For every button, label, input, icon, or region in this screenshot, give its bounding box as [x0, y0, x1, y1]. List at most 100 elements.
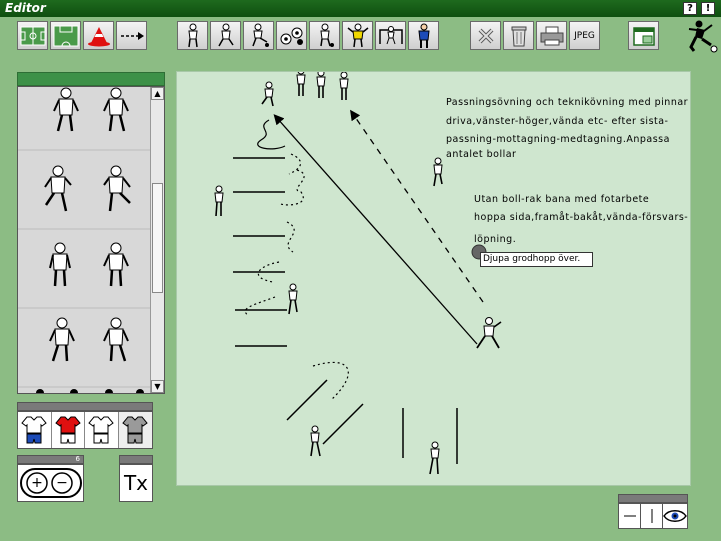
coach-icon	[417, 23, 430, 48]
field-full-button[interactable]	[17, 21, 48, 50]
note2-line[interactable]: löpning.	[474, 234, 516, 245]
zoom-in-button[interactable]: +	[27, 473, 47, 493]
field-player[interactable]	[288, 283, 298, 315]
library-figures	[18, 87, 151, 393]
player-dribbling-icon	[319, 23, 334, 47]
eye-icon	[663, 510, 687, 522]
jersey-picker	[17, 411, 153, 449]
print-icon	[540, 26, 563, 45]
toolbar: JPEG	[0, 17, 721, 55]
view-controls	[618, 503, 688, 529]
library-player-4[interactable]	[103, 165, 131, 212]
zoom-level: 6	[75, 455, 80, 463]
note-line[interactable]: passning-mottagning-medtagning.Anpassa	[446, 134, 670, 145]
jersey-white-white[interactable]	[85, 412, 119, 448]
library-player-3[interactable]	[44, 165, 72, 212]
text-tool-header	[119, 455, 153, 464]
drawing-field[interactable]: Passningsövning och teknikövning med pin…	[176, 71, 691, 486]
library-player-1[interactable]	[53, 87, 79, 132]
jersey-red-white-icon	[55, 416, 81, 444]
note-line[interactable]: driva,vänster-höger,vända etc- efter sis…	[446, 116, 669, 127]
balls-icon	[280, 27, 303, 45]
field-half-button[interactable]	[50, 21, 81, 50]
jersey-header	[17, 402, 153, 411]
dribble-path[interactable]	[257, 119, 286, 150]
library-header	[17, 72, 165, 86]
line-thin-button[interactable]	[619, 504, 641, 528]
tooltip: Djupa grodhopp över.	[480, 252, 593, 267]
library-scrollbar[interactable]: ▲ ▼	[150, 87, 164, 393]
library-player-2[interactable]	[103, 87, 129, 132]
jpeg-label: JPEG	[574, 30, 595, 41]
goal-icon	[378, 25, 403, 44]
curved-run-path[interactable]	[312, 361, 349, 401]
field-player[interactable]	[433, 157, 443, 187]
jersey-red-white[interactable]	[52, 412, 85, 448]
view-eye-button[interactable]	[663, 504, 687, 528]
trash-button[interactable]	[503, 21, 534, 50]
jersey-grey-grey[interactable]	[118, 412, 152, 448]
player-dribbling-button[interactable]	[309, 21, 340, 50]
kicking-player-logo-icon	[688, 20, 718, 53]
zoom-control: + −	[17, 464, 84, 502]
pole[interactable]	[322, 403, 364, 445]
player-standing-icon	[187, 23, 198, 47]
scroll-thumb[interactable]	[152, 183, 163, 293]
player-kicking-icon	[251, 23, 269, 47]
field-player[interactable]	[316, 72, 326, 98]
delete-button[interactable]	[470, 21, 501, 50]
field-player[interactable]	[296, 72, 306, 96]
goalkeeper-button[interactable]	[342, 21, 373, 50]
player-library: ▲ ▼	[17, 86, 165, 394]
cone-icon	[87, 26, 110, 46]
alert-button[interactable]: !	[701, 2, 715, 15]
goalkeeper-icon	[347, 23, 368, 47]
jersey-white-white-icon	[88, 416, 114, 444]
field-player[interactable]	[214, 185, 224, 217]
library-player-7[interactable]	[49, 317, 75, 362]
balls-button[interactable]	[276, 21, 307, 50]
field-half-icon	[53, 25, 78, 46]
player-standing-button[interactable]	[177, 21, 208, 50]
window-toggle-icon	[632, 26, 655, 46]
player-running-icon	[217, 23, 234, 46]
note2-line[interactable]: Utan boll-rak bana med fotarbete	[474, 194, 649, 205]
logo	[685, 17, 719, 55]
jersey-white-blue-icon	[21, 416, 47, 444]
jersey-grey-grey-icon	[122, 416, 148, 444]
jpeg-export-button[interactable]: JPEG	[569, 21, 600, 50]
note-line[interactable]: Passningsövning och teknikövning med pin…	[446, 97, 688, 108]
scroll-down-button[interactable]: ▼	[151, 380, 164, 393]
view-header	[618, 494, 688, 503]
help-button[interactable]: ?	[683, 2, 697, 15]
window-title: Editor	[5, 1, 46, 15]
field-full-icon	[20, 26, 45, 45]
field-player[interactable]	[339, 72, 349, 100]
print-button[interactable]	[536, 21, 567, 50]
note-line[interactable]: antalet bollar	[446, 149, 516, 160]
window-toggle-button[interactable]	[628, 21, 659, 50]
delete-icon	[478, 28, 493, 43]
arrow-tool-icon	[120, 31, 144, 40]
player-running-button[interactable]	[210, 21, 241, 50]
zoom-out-button[interactable]: −	[52, 473, 72, 493]
cone-button[interactable]	[83, 21, 114, 50]
field-player[interactable]	[310, 425, 321, 457]
scroll-up-button[interactable]: ▲	[151, 87, 164, 100]
jersey-white-blue[interactable]	[18, 412, 52, 448]
arrow-tool-button[interactable]	[116, 21, 147, 50]
field-player[interactable]	[476, 317, 502, 349]
goal-button[interactable]	[375, 21, 406, 50]
note2-line[interactable]: hoppa sida,framåt-bakåt,vända-försvars-	[474, 212, 688, 223]
library-player-5[interactable]	[49, 242, 71, 287]
line-vertical-button[interactable]	[641, 504, 663, 528]
field-player[interactable]	[429, 441, 440, 475]
text-tool-button[interactable]: Tx	[119, 464, 153, 502]
vertical-line-icon	[651, 509, 652, 523]
pole[interactable]	[286, 379, 328, 421]
coach-button[interactable]	[408, 21, 439, 50]
field-player[interactable]	[261, 81, 274, 107]
library-player-8[interactable]	[103, 317, 129, 362]
library-player-6[interactable]	[103, 242, 129, 287]
player-kicking-button[interactable]	[243, 21, 274, 50]
